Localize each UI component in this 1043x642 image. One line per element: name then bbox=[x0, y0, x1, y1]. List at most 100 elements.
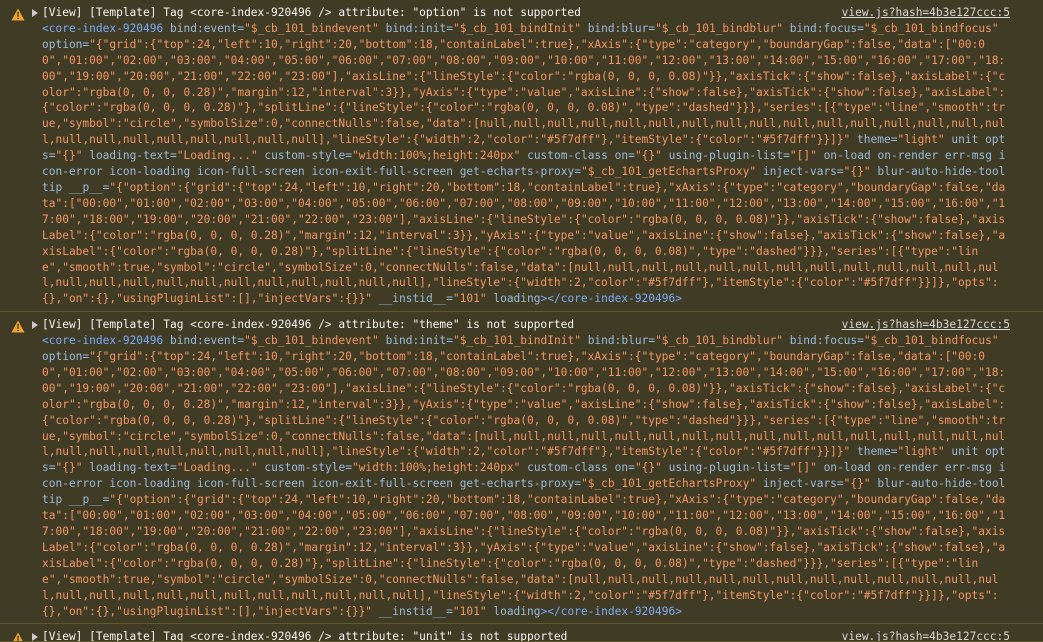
disclosure-triangle-icon[interactable] bbox=[32, 321, 38, 330]
element-close-tag: ></core-index-920496> bbox=[540, 292, 682, 306]
attribute-name: icon-exit-full-screen bbox=[311, 477, 453, 491]
attribute-value: "{}" bbox=[55, 149, 83, 163]
attribute-equals: = bbox=[446, 604, 453, 618]
attribute-name: option bbox=[42, 350, 83, 364]
attribute-value: "{}" bbox=[843, 165, 871, 179]
attribute-value: "$_cb_101_bindblur" bbox=[655, 334, 784, 348]
attribute-value: "Loading..." bbox=[176, 461, 258, 475]
disclosure-triangle-icon[interactable] bbox=[32, 9, 38, 17]
attribute-name: on-load bbox=[823, 461, 871, 475]
attribute-equals: = bbox=[628, 149, 635, 163]
element-open-tag: <core-index-920496 bbox=[42, 21, 164, 35]
attribute-name: icon-full-screen bbox=[196, 165, 305, 179]
element-dump[interactable]: <core-index-920496 bind:event="$_cb_101_… bbox=[42, 21, 1011, 307]
attribute-name: on-render bbox=[877, 461, 939, 475]
attribute-equals: = bbox=[170, 461, 177, 475]
attribute-name: loading bbox=[493, 292, 541, 306]
warning-icon bbox=[11, 320, 25, 333]
attribute-value: "$_cb_101_bindInit" bbox=[452, 334, 581, 348]
attribute-name: option bbox=[42, 37, 83, 51]
attribute-name: bind:blur bbox=[587, 334, 649, 348]
attribute-equals: = bbox=[857, 21, 864, 35]
attribute-name: bind:event bbox=[170, 334, 238, 348]
attribute-equals: = bbox=[836, 477, 844, 491]
attribute-value: "{"grid":{"top":24,"left":10,"right":20,… bbox=[42, 350, 1006, 459]
attribute-equals: = bbox=[836, 165, 844, 179]
attribute-equals: = bbox=[783, 461, 790, 475]
attribute-equals: = bbox=[446, 21, 453, 35]
attribute-value: "{"grid":{"top":24,"left":10,"right":20,… bbox=[42, 37, 1006, 147]
attribute-value: "[]" bbox=[789, 461, 817, 475]
attribute-name: custom-class bbox=[527, 149, 608, 163]
attribute-name: using-plugin-list bbox=[668, 149, 784, 163]
attribute-value: "$_cb_101_getEchartsProxy" bbox=[580, 165, 757, 179]
attribute-equals: = bbox=[783, 149, 790, 163]
attribute-value: "width:100%;height:240px" bbox=[351, 461, 521, 475]
attribute-name: bind:blur bbox=[587, 21, 649, 35]
attribute-value: "$_cb_101_bindevent" bbox=[244, 21, 379, 35]
attribute-equals: = bbox=[48, 461, 56, 475]
source-link[interactable]: view.js?hash=4b3e127ccc:5 bbox=[842, 317, 1010, 333]
attribute-name: get-echarts-proxy bbox=[459, 165, 575, 179]
attribute-equals: = bbox=[574, 165, 581, 179]
attribute-equals: = bbox=[628, 461, 635, 475]
attribute-equals: = bbox=[857, 334, 864, 348]
attribute-name: loading bbox=[493, 604, 541, 618]
attribute-value: "$_cb_101_bindblur" bbox=[655, 21, 784, 35]
warning-icon bbox=[11, 8, 25, 21]
attribute-name: unit bbox=[951, 445, 979, 459]
attribute-name: bind:focus bbox=[789, 334, 858, 348]
attribute-equals: = bbox=[446, 292, 453, 306]
attribute-equals: = bbox=[48, 149, 56, 163]
attribute-name: icon-loading bbox=[109, 477, 191, 491]
attribute-name: custom-class bbox=[527, 461, 608, 475]
attribute-value: "{}" bbox=[634, 149, 662, 163]
attribute-name: loading-text bbox=[89, 149, 171, 163]
attribute-name: custom-style bbox=[264, 461, 346, 475]
attribute-value: "{}" bbox=[55, 461, 83, 475]
console-panel: [View] [Template] Tag <core-index-920496… bbox=[0, 0, 1043, 642]
attribute-value: "light" bbox=[897, 133, 945, 147]
attribute-value: "Loading..." bbox=[176, 149, 258, 163]
attribute-value: "{"option":{"grid":{"top":24,"left":10,"… bbox=[42, 180, 1006, 306]
attribute-value: "light" bbox=[897, 445, 945, 459]
attribute-name: bind:init bbox=[385, 21, 447, 35]
attribute-name: unit bbox=[951, 133, 979, 147]
attribute-value: "{}" bbox=[843, 477, 871, 491]
attribute-name: icon-full-screen bbox=[196, 477, 305, 491]
element-dump[interactable]: <core-index-920496 bind:event="$_cb_101_… bbox=[42, 333, 1011, 619]
source-link[interactable]: view.js?hash=4b3e127ccc:5 bbox=[842, 629, 1010, 641]
attribute-value: "101" bbox=[452, 292, 487, 306]
attribute-name: bind:event bbox=[170, 21, 238, 35]
attribute-equals: = bbox=[345, 149, 352, 163]
attribute-value: "$_cb_101_bindevent" bbox=[244, 334, 379, 348]
attribute-equals: = bbox=[574, 477, 581, 491]
attribute-name: on bbox=[614, 461, 629, 475]
console-message[interactable]: [View] [Template] Tag <core-index-920496… bbox=[0, 624, 1043, 642]
console-message[interactable]: [View] [Template] Tag <core-index-920496… bbox=[0, 312, 1043, 625]
attribute-value: "$_cb_101_getEchartsProxy" bbox=[580, 477, 757, 491]
attribute-name: inject-vars bbox=[762, 165, 837, 179]
attribute-name: __instid__ bbox=[378, 604, 447, 618]
warning-icon bbox=[13, 632, 23, 642]
attribute-name: on-render bbox=[877, 149, 939, 163]
attribute-value: "$_cb_101_bindInit" bbox=[452, 21, 581, 35]
console-message[interactable]: [View] [Template] Tag <core-index-920496… bbox=[0, 0, 1043, 313]
attribute-name: on-load bbox=[823, 149, 871, 163]
attribute-value: "[]" bbox=[789, 149, 817, 163]
attribute-name: bind:focus bbox=[789, 21, 858, 35]
attribute-name: __p__ bbox=[68, 493, 103, 507]
disclosure-triangle-icon[interactable] bbox=[32, 633, 38, 642]
element-open-tag: <core-index-920496 bbox=[42, 334, 164, 348]
attribute-name: loading-text bbox=[89, 461, 171, 475]
source-link[interactable]: view.js?hash=4b3e127ccc:5 bbox=[842, 5, 1010, 21]
attribute-equals: = bbox=[345, 461, 352, 475]
attribute-name: bind:init bbox=[385, 334, 447, 348]
attribute-name: __instid__ bbox=[378, 292, 447, 306]
attribute-equals: = bbox=[446, 334, 453, 348]
attribute-name: get-echarts-proxy bbox=[459, 477, 575, 491]
attribute-name: using-plugin-list bbox=[668, 461, 784, 475]
attribute-name: icon-loading bbox=[109, 165, 191, 179]
attribute-name: icon-exit-full-screen bbox=[311, 165, 453, 179]
attribute-name: theme bbox=[857, 445, 891, 459]
